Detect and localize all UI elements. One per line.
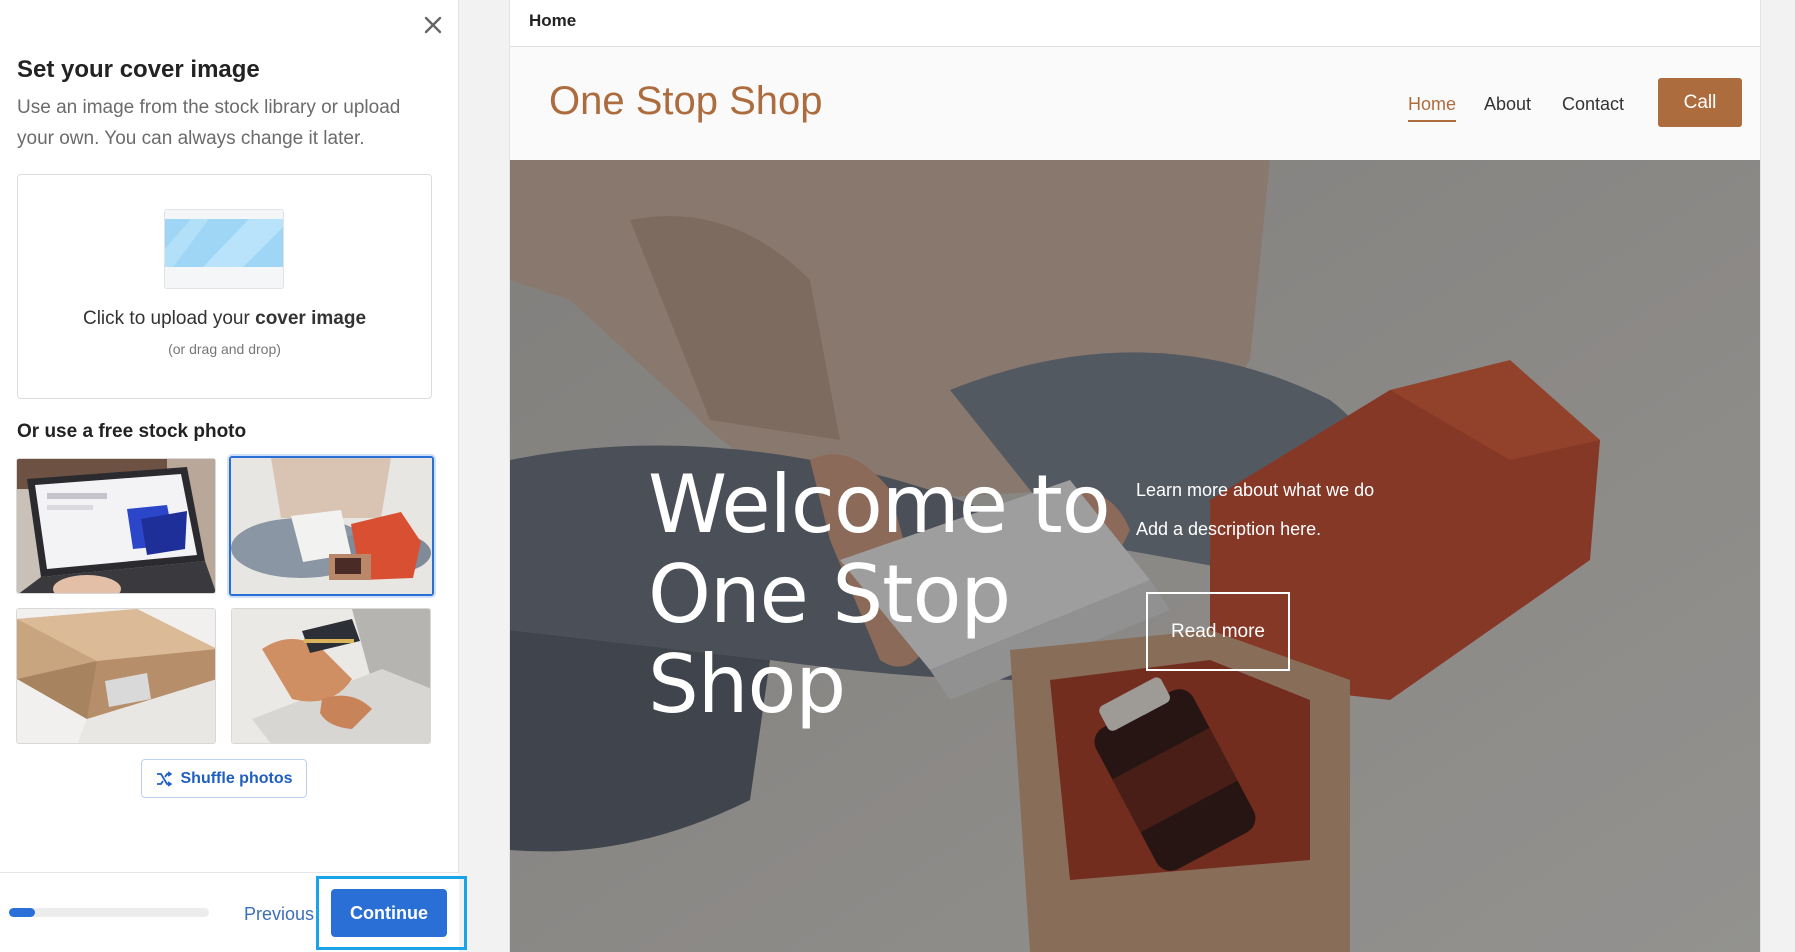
shuffle-icon (156, 770, 172, 787)
previous-button[interactable]: Previous (244, 904, 314, 925)
continue-button[interactable]: Continue (331, 889, 447, 937)
call-button[interactable]: Call (1658, 78, 1742, 127)
stock-photo-unboxing-selected[interactable] (229, 456, 434, 596)
progress-bar (9, 908, 209, 917)
website-preview: Home One Stop Shop Home About Contact Ca… (509, 0, 1761, 952)
panel-subtitle: Use an image from the stock library or u… (17, 97, 401, 149)
upload-label-prefix: Click to upload your (82, 308, 256, 329)
upload-label-emphasis: cover image (255, 308, 367, 329)
cover-image-panel: Set your cover image Use an image from t… (0, 0, 467, 952)
stock-photo-cardboard-box[interactable] (16, 608, 216, 744)
page-tab-home[interactable]: Home (529, 11, 576, 31)
read-more-button[interactable]: Read more (1146, 592, 1290, 671)
hero-description-line1: Learn more about what we do (1136, 480, 1375, 500)
site-logo[interactable]: One Stop Shop (549, 79, 823, 124)
shuffle-photos-button[interactable]: Shuffle photos (141, 759, 307, 798)
hero-section: Welcome to One Stop Shop Learn more abou… (510, 160, 1760, 952)
stock-photo-laptop[interactable] (16, 458, 216, 594)
progress-bar-fill (9, 908, 35, 917)
panel-title: Set your cover image (17, 56, 260, 83)
nav-home[interactable]: Home (1408, 94, 1457, 122)
nav-about[interactable]: About (1484, 94, 1531, 115)
upload-hint: (or drag and drop) (168, 341, 281, 357)
nav-contact[interactable]: Contact (1562, 94, 1624, 115)
image-placeholder-icon (164, 209, 284, 289)
upload-dropzone[interactable]: Click to upload your cover image (or dra… (17, 174, 432, 399)
stock-photo-card-payment[interactable] (231, 608, 431, 744)
hero-description-line2: Add a description here. (1136, 519, 1322, 539)
shuffle-photos-label: Shuffle photos (180, 769, 293, 787)
stock-photo-heading: Or use a free stock photo (17, 421, 247, 442)
close-icon[interactable] (418, 10, 448, 40)
site-header: One Stop Shop Home About Contact Call (510, 47, 1760, 160)
page-tab-bar: Home (510, 0, 1760, 47)
upload-label: Click to upload your cover image (18, 308, 431, 330)
hero-title: Welcome to One Stop Shop (648, 458, 1111, 731)
